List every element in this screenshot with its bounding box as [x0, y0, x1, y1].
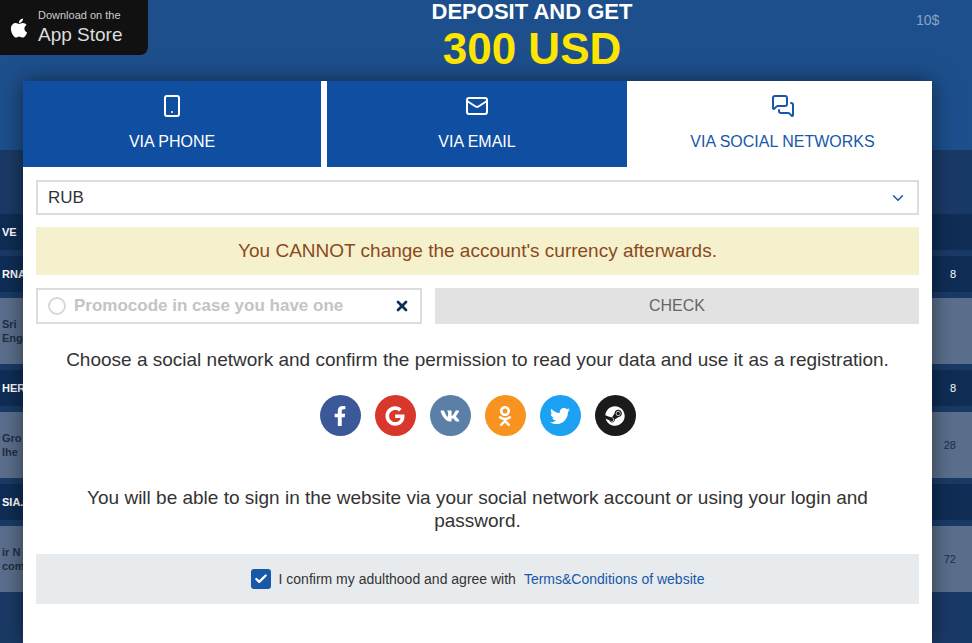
- clear-icon[interactable]: [394, 298, 410, 314]
- registration-modal: VIA PHONEVIA EMAILVIA SOCIAL NETWORKSRUB…: [23, 81, 932, 643]
- promo-row: Promocode in case you have one CHECK: [36, 288, 919, 324]
- social-button[interactable]: [430, 395, 471, 436]
- google-icon: [385, 406, 405, 426]
- email-icon: [465, 94, 489, 118]
- tab[interactable]: VIA PHONE: [23, 81, 321, 167]
- instruction: Choose a social network and confirm the …: [36, 348, 919, 371]
- form: RUB You CANNOT change the account's curre…: [23, 167, 932, 604]
- consent-checkbox[interactable]: [251, 569, 271, 589]
- odnoklassniki-icon: [495, 406, 515, 426]
- check-button[interactable]: CHECK: [435, 288, 919, 324]
- social-button[interactable]: [540, 395, 581, 436]
- social-button[interactable]: [595, 395, 636, 436]
- promo-icon: [48, 297, 66, 315]
- page: Download on theApp StoreDEPOSIT AND GET3…: [0, 0, 972, 643]
- terms-link[interactable]: Terms&Conditions of website: [524, 569, 705, 590]
- social-button[interactable]: [375, 395, 416, 436]
- currency-select[interactable]: RUB: [36, 180, 919, 215]
- tab[interactable]: VIA SOCIAL NETWORKS: [633, 81, 932, 167]
- currency-warning: You CANNOT change the account's currency…: [36, 227, 919, 275]
- vk-icon: [440, 406, 460, 426]
- tabs: VIA PHONEVIA EMAILVIA SOCIAL NETWORKS: [23, 81, 932, 167]
- consent-bar: I confirm my adulthood and agree withTer…: [36, 554, 919, 604]
- social-button[interactable]: [320, 395, 361, 436]
- social-icon: [771, 94, 795, 118]
- check-icon: [254, 572, 268, 586]
- twitter-icon: [550, 406, 570, 426]
- app-store-badge[interactable]: Download on theApp Store: [0, 0, 148, 55]
- sign-in-note: You will be able to sign in the website …: [36, 486, 919, 532]
- social-networks: [36, 395, 919, 436]
- steam-icon: [605, 406, 625, 426]
- promocode-input[interactable]: Promocode in case you have one: [36, 288, 422, 324]
- social-button[interactable]: [485, 395, 526, 436]
- tab[interactable]: VIA EMAIL: [327, 81, 627, 167]
- apple-icon: [8, 17, 30, 39]
- facebook-icon: [330, 406, 350, 426]
- chevron-down-icon: [889, 189, 907, 207]
- phone-icon: [160, 94, 184, 118]
